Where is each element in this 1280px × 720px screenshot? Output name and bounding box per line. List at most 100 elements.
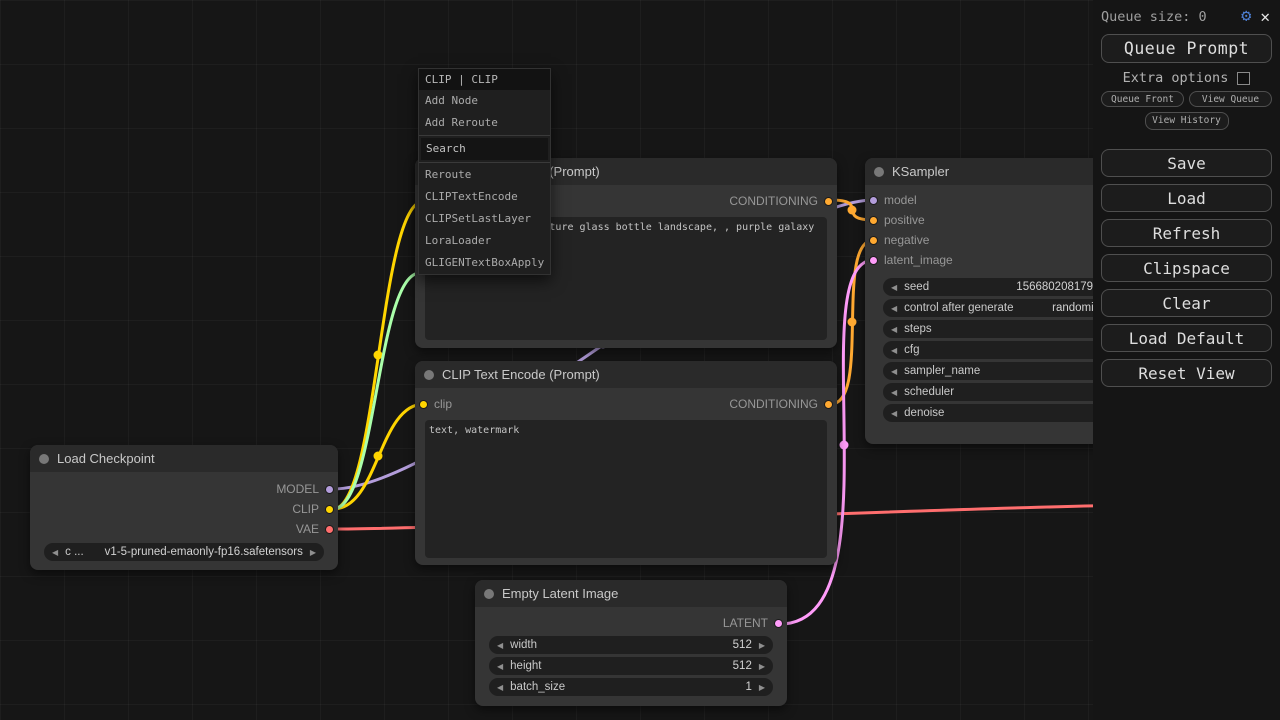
decrement-icon[interactable]: ◀ — [891, 367, 897, 376]
reset-view-button[interactable]: Reset View — [1101, 359, 1272, 387]
vae-output-port[interactable] — [325, 525, 334, 534]
model-input-port[interactable] — [869, 196, 878, 205]
comfyui-app: { "icons": { "gear": "⚙", "close": "✕", … — [0, 0, 1280, 720]
steps-widget[interactable]: ◀ steps ▶ — [883, 320, 1127, 338]
menu-item-gligentextboxapply[interactable]: GLIGENTextBoxApply — [419, 252, 550, 274]
increment-icon[interactable]: ▶ — [759, 662, 765, 671]
decrement-icon[interactable]: ◀ — [497, 641, 503, 650]
queue-front-button[interactable]: Queue Front — [1101, 91, 1184, 107]
collapse-dot[interactable] — [424, 370, 434, 380]
sampler-name-widget[interactable]: ◀ sampler_name ▶ — [883, 362, 1127, 380]
node-title-bar[interactable]: Load Checkpoint — [30, 445, 338, 472]
load-button[interactable]: Load — [1101, 184, 1272, 212]
node-empty-latent-image[interactable]: Empty Latent Image LATENT ◀ width 512 ▶ … — [475, 580, 787, 706]
positive-input-port[interactable] — [869, 216, 878, 225]
queue-prompt-button[interactable]: Queue Prompt — [1101, 34, 1272, 63]
conditioning-output-port[interactable] — [824, 197, 833, 206]
view-history-button[interactable]: View History — [1145, 112, 1229, 130]
widget-name: batch_size — [510, 681, 565, 693]
refresh-button[interactable]: Refresh — [1101, 219, 1272, 247]
settings-gear-icon[interactable]: ⚙ — [1241, 8, 1251, 25]
conditioning-output-port[interactable] — [824, 400, 833, 409]
node-clip-text-encode-2[interactable]: CLIP Text Encode (Prompt) clip CONDITION… — [415, 361, 837, 565]
decrement-icon[interactable]: ◀ — [52, 548, 58, 557]
menu-item-cliptextencode[interactable]: CLIPTextEncode — [419, 186, 550, 208]
denoise-widget[interactable]: ◀ denoise ▶ — [883, 404, 1127, 422]
collapse-dot[interactable] — [874, 167, 884, 177]
widget-value: v1-5-pruned-emaonly-fp16.safetensors — [105, 546, 303, 558]
latent-output-port[interactable] — [774, 619, 783, 628]
decrement-icon[interactable]: ◀ — [891, 388, 897, 397]
model-output-label: MODEL — [276, 482, 319, 496]
conditioning-output-label: CONDITIONING — [729, 194, 818, 208]
cfg-widget[interactable]: ◀ cfg ▶ — [883, 341, 1127, 359]
widget-name: sampler_name — [904, 365, 980, 377]
widget-name: cfg — [904, 344, 919, 356]
link-midpoint-dot — [848, 318, 857, 327]
widget-name: height — [510, 660, 541, 672]
model-input-label: model — [884, 193, 917, 207]
negative-input-label: negative — [884, 233, 929, 247]
control-after-generate-widget[interactable]: ◀ control after generate randomize ▶ — [883, 299, 1127, 317]
close-icon[interactable]: ✕ — [1260, 9, 1270, 25]
latent-input-label: latent_image — [884, 253, 953, 267]
decrement-icon[interactable]: ◀ — [891, 304, 897, 313]
batch-size-widget[interactable]: ◀ batch_size 1 ▶ — [489, 678, 773, 696]
menu-item-add-node[interactable]: Add Node — [419, 90, 550, 112]
save-button[interactable]: Save — [1101, 149, 1272, 177]
collapse-dot[interactable] — [484, 589, 494, 599]
decrement-icon[interactable]: ◀ — [891, 346, 897, 355]
link-midpoint-dot — [374, 452, 383, 461]
clip-input-label: clip — [434, 397, 452, 411]
positive-input-label: positive — [884, 213, 925, 227]
widget-name: denoise — [904, 407, 944, 419]
widget-name: control after generate — [904, 302, 1013, 314]
load-default-button[interactable]: Load Default — [1101, 324, 1272, 352]
height-widget[interactable]: ◀ height 512 ▶ — [489, 657, 773, 675]
view-queue-button[interactable]: View Queue — [1189, 91, 1272, 107]
increment-icon[interactable]: ▶ — [310, 548, 316, 557]
node-title-bar[interactable]: Empty Latent Image — [475, 580, 787, 607]
context-menu: CLIP | CLIP Add Node Add Reroute Search … — [418, 68, 551, 275]
widget-value: 512 — [733, 660, 752, 672]
prompt-textarea[interactable]: text, watermark — [425, 420, 827, 558]
widget-name: seed — [904, 281, 929, 293]
collapse-dot[interactable] — [39, 454, 49, 464]
link-midpoint-dot — [848, 206, 857, 215]
clip-output-label: CLIP — [292, 502, 319, 516]
scheduler-widget[interactable]: ◀ scheduler ▶ — [883, 383, 1127, 401]
node-title: CLIP Text Encode (Prompt) — [442, 367, 600, 382]
width-widget[interactable]: ◀ width 512 ▶ — [489, 636, 773, 654]
menu-separator — [419, 135, 550, 136]
menu-item-loraloader[interactable]: LoraLoader — [419, 230, 550, 252]
menu-item-clipsetlastlayer[interactable]: CLIPSetLastLayer — [419, 208, 550, 230]
node-title-bar[interactable]: CLIP Text Encode (Prompt) — [415, 361, 837, 388]
decrement-icon[interactable]: ◀ — [891, 283, 897, 292]
clip-output-port[interactable] — [325, 505, 334, 514]
clipspace-button[interactable]: Clipspace — [1101, 254, 1272, 282]
latent-input-port[interactable] — [869, 256, 878, 265]
comfy-menu-panel: Queue size: 0 ⚙ ✕ Queue Prompt Extra opt… — [1093, 0, 1280, 720]
seed-widget[interactable]: ◀ seed 15668020817936 ▶ — [883, 278, 1127, 296]
model-output-port[interactable] — [325, 485, 334, 494]
node-link — [333, 273, 420, 509]
clip-input-port[interactable] — [419, 400, 428, 409]
decrement-icon[interactable]: ◀ — [891, 409, 897, 418]
menu-item-add-reroute[interactable]: Add Reroute — [419, 112, 550, 134]
clear-button[interactable]: Clear — [1101, 289, 1272, 317]
node-link — [333, 201, 424, 509]
decrement-icon[interactable]: ◀ — [497, 683, 503, 692]
negative-input-port[interactable] — [869, 236, 878, 245]
decrement-icon[interactable]: ◀ — [891, 325, 897, 334]
extra-options-checkbox[interactable] — [1237, 72, 1250, 85]
widget-name: steps — [904, 323, 932, 335]
menu-item-reroute[interactable]: Reroute — [419, 164, 550, 186]
decrement-icon[interactable]: ◀ — [497, 662, 503, 671]
ckpt-name-widget[interactable]: ◀ c ... v1-5-pruned-emaonly-fp16.safeten… — [44, 543, 324, 561]
node-link — [333, 404, 424, 509]
vae-output-label: VAE — [296, 522, 319, 536]
node-load-checkpoint[interactable]: Load Checkpoint MODEL CLIP VAE ◀ c ... v… — [30, 445, 338, 570]
increment-icon[interactable]: ▶ — [759, 641, 765, 650]
menu-search-input[interactable]: Search — [421, 138, 548, 160]
increment-icon[interactable]: ▶ — [759, 683, 765, 692]
